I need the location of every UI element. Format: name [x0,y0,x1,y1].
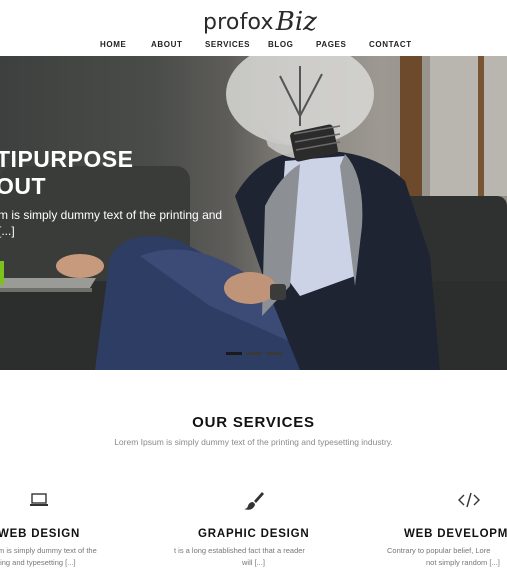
nav-blog[interactable]: BLOG [268,40,294,49]
service-text-line: ting and typesetting [...] [0,558,76,567]
hero-text-line1: m is simply dummy text of the printing a… [0,208,223,222]
hero-title-line2: OUT [0,173,47,199]
nav-services[interactable]: SERVICES [205,40,250,49]
service-text-line: m is simply dummy text of the [0,546,97,555]
service-title-web-development[interactable]: WEB DEVELOPM [404,528,507,540]
logo-accent-text: Biz [275,7,317,37]
service-text-line: Contrary to popular belief, Lore [387,546,491,555]
main-nav: HOME ABOUT SERVICES BLOG PAGES CONTACT [0,40,507,52]
slider-dot[interactable] [246,352,262,355]
laptop-icon [28,490,50,510]
services-subtitle: Lorem Ipsum is simply dummy text of the … [114,437,393,447]
logo-main-text: profox [203,10,274,35]
service-text-line: t is a long established fact that a read… [174,546,305,555]
service-text-line: will [...] [242,558,265,567]
service-text-line: not simply random [...] [426,558,500,567]
hero-text-line2: [...] [0,224,15,238]
code-icon [458,490,480,510]
service-title-graphic-design[interactable]: GRAPHIC DESIGN [198,528,310,540]
site-header: profox Biz HOME ABOUT SERVICES BLOG PAGE… [0,0,507,56]
hero-title-line1: TIPURPOSE [0,146,134,172]
hero-slider: TIPURPOSE OUT m is simply dummy text of … [0,56,507,370]
nav-contact[interactable]: CONTACT [369,40,412,49]
service-title-web-design[interactable]: WEB DESIGN [0,528,80,540]
slider-dot[interactable] [266,352,282,355]
nav-home[interactable]: HOME [100,40,126,49]
slider-dot-active[interactable] [226,352,242,355]
paintbrush-icon [243,490,265,510]
site-logo[interactable]: profox Biz [203,0,317,37]
nav-pages[interactable]: PAGES [316,40,346,49]
nav-about[interactable]: ABOUT [151,40,182,49]
services-heading: OUR SERVICES [192,414,315,431]
